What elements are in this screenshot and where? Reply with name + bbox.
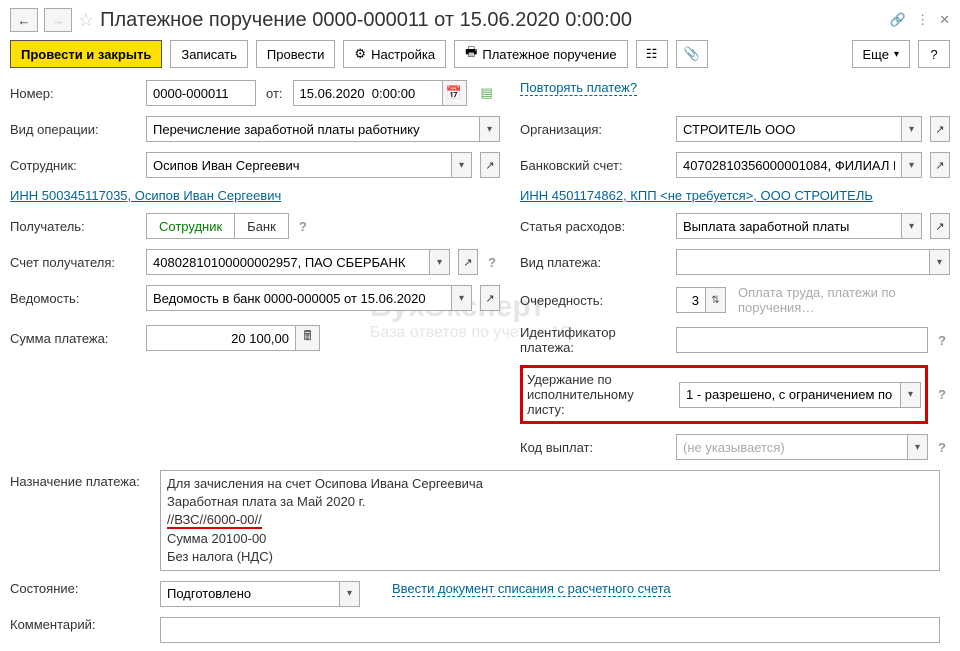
link-icon[interactable]: 🔗: [890, 12, 906, 28]
pay-type-label: Вид платежа:: [520, 255, 670, 270]
number-label: Номер:: [10, 86, 140, 101]
write-button[interactable]: Записать: [170, 40, 248, 68]
withholding-highlight: Удержание по исполнительному листу: ▾: [520, 365, 928, 424]
ident-help[interactable]: ?: [934, 333, 950, 348]
rec-acc-label: Счет получателя:: [10, 255, 140, 270]
ident-input[interactable]: [676, 327, 928, 353]
pay-type-dropdown[interactable]: ▾: [930, 249, 950, 275]
number-input[interactable]: [146, 80, 256, 106]
structure-button[interactable]: ☷: [636, 40, 668, 68]
gear-icon: ⚙: [354, 46, 366, 62]
withhold-dropdown[interactable]: ▾: [901, 382, 921, 408]
date-input[interactable]: [293, 80, 443, 106]
sheet-open[interactable]: ↗: [480, 285, 500, 311]
employee-dropdown[interactable]: ▾: [452, 152, 472, 178]
employee-input[interactable]: [146, 152, 452, 178]
pay-type-input[interactable]: [676, 249, 930, 275]
recipient-help[interactable]: ?: [295, 219, 311, 234]
attach-button[interactable]: 📎: [676, 40, 708, 68]
bank-acc-label: Банковский счет:: [520, 158, 670, 173]
calendar-icon: 📅: [446, 85, 462, 101]
sum-input[interactable]: [146, 325, 296, 351]
posted-icon: ▤: [481, 85, 493, 101]
priority-stepper[interactable]: ⇅: [706, 287, 726, 313]
org-dropdown[interactable]: ▾: [902, 116, 922, 142]
expense-label: Статья расходов:: [520, 219, 670, 234]
post-and-close-button[interactable]: Провести и закрыть: [10, 40, 162, 68]
org-input[interactable]: [676, 116, 902, 142]
toggle-employee[interactable]: Сотрудник: [146, 213, 235, 239]
inn-org-link[interactable]: ИНН 4501174862, КПП <не требуется>, ООО …: [520, 188, 873, 203]
page-title: Платежное поручение 0000-000011 от 15.06…: [100, 9, 884, 32]
comment-input[interactable]: [160, 617, 940, 643]
bank-acc-dropdown[interactable]: ▾: [902, 152, 922, 178]
withhold-input[interactable]: [679, 382, 901, 408]
paycode-help[interactable]: ?: [934, 440, 950, 455]
paycode-label: Код выплат:: [520, 440, 670, 455]
printer-icon: 🖶: [465, 43, 477, 65]
settings-button[interactable]: ⚙Настройка: [343, 40, 446, 68]
rec-acc-dropdown[interactable]: ▾: [430, 249, 450, 275]
more-button[interactable]: Еще ▾: [852, 40, 910, 68]
paycode-input[interactable]: [676, 434, 908, 460]
post-button[interactable]: Провести: [256, 40, 336, 68]
purpose-line: Заработная плата за Май 2020 г.: [167, 493, 933, 511]
state-label: Состояние:: [10, 581, 140, 596]
nav-forward-button[interactable]: →: [44, 8, 72, 32]
paycode-dropdown[interactable]: ▾: [908, 434, 928, 460]
recipient-label: Получатель:: [10, 219, 140, 234]
favorite-star-icon[interactable]: ☆: [78, 10, 94, 31]
priority-input[interactable]: [676, 287, 706, 313]
expense-open[interactable]: ↗: [930, 213, 950, 239]
sum-label: Сумма платежа:: [10, 331, 140, 346]
state-dropdown[interactable]: ▾: [340, 581, 360, 607]
purpose-line: Сумма 20100-00: [167, 530, 933, 548]
expense-input[interactable]: [676, 213, 902, 239]
org-label: Организация:: [520, 122, 670, 137]
op-type-input[interactable]: [146, 116, 480, 142]
bank-acc-input[interactable]: [676, 152, 902, 178]
op-type-dropdown[interactable]: ▾: [480, 116, 500, 142]
structure-icon: ☷: [646, 46, 658, 62]
help-button[interactable]: ?: [918, 40, 950, 68]
repeat-payment-link[interactable]: Повторять платеж?: [520, 80, 637, 96]
purpose-label: Назначение платежа:: [10, 470, 140, 489]
purpose-textarea[interactable]: Для зачисления на счет Осипова Ивана Сер…: [160, 470, 940, 571]
bank-acc-open[interactable]: ↗: [930, 152, 950, 178]
rec-acc-open[interactable]: ↗: [458, 249, 478, 275]
sheet-input[interactable]: [146, 285, 452, 311]
inn-employee-link[interactable]: ИНН 500345117035, Осипов Иван Сергеевич: [10, 188, 281, 203]
purpose-line: Без налога (НДС): [167, 548, 933, 566]
op-type-label: Вид операции:: [10, 122, 140, 137]
expense-dropdown[interactable]: ▾: [902, 213, 922, 239]
calendar-button[interactable]: 📅: [443, 80, 467, 106]
sheet-label: Ведомость:: [10, 291, 140, 306]
from-label: от:: [266, 86, 283, 101]
sum-calc-button[interactable]: 🖩: [296, 325, 320, 351]
employee-open[interactable]: ↗: [480, 152, 500, 178]
close-icon[interactable]: ✕: [939, 12, 950, 28]
toggle-bank[interactable]: Банк: [235, 213, 289, 239]
calculator-icon: 🖩: [304, 327, 312, 349]
state-input[interactable]: [160, 581, 340, 607]
sheet-dropdown[interactable]: ▾: [452, 285, 472, 311]
org-open[interactable]: ↗: [930, 116, 950, 142]
priority-hint: Оплата труда, платежи по поручения…: [738, 285, 950, 315]
purpose-vzs-line: //ВЗС//6000-00//: [167, 512, 262, 529]
withhold-label: Удержание по исполнительному листу:: [527, 372, 673, 417]
priority-label: Очередность:: [520, 293, 670, 308]
comment-label: Комментарий:: [10, 617, 140, 632]
rec-acc-help[interactable]: ?: [484, 255, 500, 270]
enter-writeoff-link[interactable]: Ввести документ списания с расчетного сч…: [392, 581, 671, 597]
rec-acc-input[interactable]: [146, 249, 430, 275]
paperclip-icon: 📎: [684, 46, 700, 62]
withhold-help[interactable]: ?: [934, 387, 950, 402]
employee-label: Сотрудник:: [10, 158, 140, 173]
menu-icon[interactable]: ⋮: [916, 12, 929, 28]
print-button[interactable]: 🖶Платежное поручение: [454, 40, 628, 68]
purpose-line: Для зачисления на счет Осипова Ивана Сер…: [167, 475, 933, 493]
nav-back-button[interactable]: ←: [10, 8, 38, 32]
ident-label: Идентификатор платежа:: [520, 325, 670, 355]
